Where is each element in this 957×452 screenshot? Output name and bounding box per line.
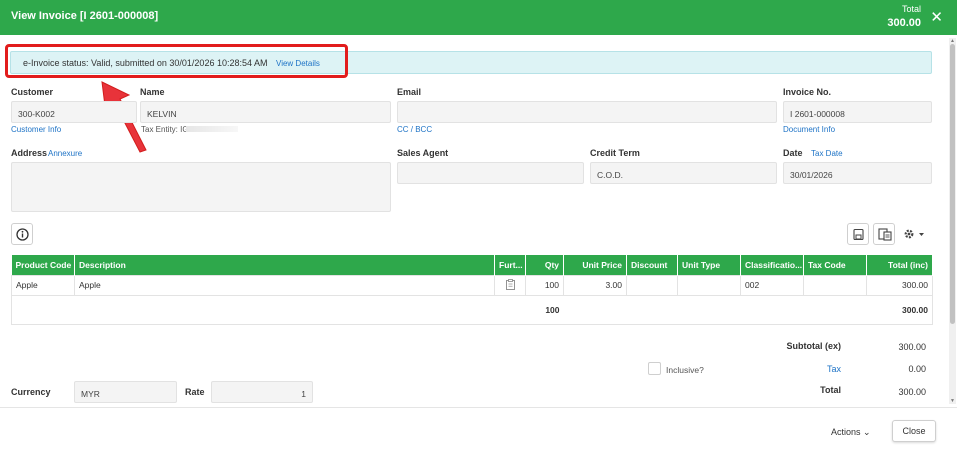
actions-label: Actions <box>831 427 861 437</box>
gear-icon <box>904 229 924 239</box>
currency-field[interactable]: MYR <box>74 381 177 403</box>
table-header-row: Product Code Description Furt... Qty Uni… <box>11 255 933 275</box>
name-field[interactable]: KELVIN <box>140 101 391 123</box>
cell-discount[interactable] <box>626 274 678 296</box>
copy-document-icon <box>878 228 892 241</box>
highlight-arrow-icon <box>101 81 147 153</box>
table-row[interactable]: Apple Apple 100 3.00 002 300.00 <box>11 274 933 296</box>
customer-label: Customer <box>11 87 54 97</box>
email-label: Email <box>397 87 422 97</box>
tax-link[interactable]: Tax <box>800 364 841 374</box>
scrollbar-thumb[interactable] <box>950 44 955 324</box>
cell-product-code[interactable]: Apple <box>11 274 75 296</box>
cell-classification[interactable]: 002 <box>740 274 804 296</box>
col-header-classification[interactable]: Classificatio... <box>740 255 804 275</box>
items-table: Product Code Description Furt... Qty Uni… <box>11 255 933 325</box>
col-header-further[interactable]: Furt... <box>494 255 526 275</box>
scrollbar[interactable]: ▲ ▼ <box>949 38 956 404</box>
save-icon <box>853 228 864 241</box>
sales-agent-label: Sales Agent <box>397 148 449 158</box>
invoice-no-field[interactable]: I 2601-000008 <box>783 101 932 123</box>
cell-description[interactable]: Apple <box>74 274 495 296</box>
dialog-footer <box>0 407 957 452</box>
col-header-discount[interactable]: Discount <box>626 255 678 275</box>
clipboard-icon[interactable] <box>505 278 515 290</box>
info-button[interactable] <box>11 223 33 245</box>
info-icon <box>16 228 29 241</box>
customer-field[interactable]: 300-K002 <box>11 101 137 123</box>
total-amount: 300.00 <box>866 294 933 325</box>
credit-term-field[interactable]: C.O.D. <box>590 162 777 184</box>
document-info-link[interactable]: Document Info <box>783 125 835 134</box>
actions-dropdown[interactable]: Actions ⌄ <box>831 427 871 438</box>
subtotal-label: Subtotal (ex) <box>786 341 841 351</box>
col-header-product-code[interactable]: Product Code <box>11 255 75 275</box>
sales-agent-field[interactable] <box>397 162 584 184</box>
inclusive-checkbox[interactable] <box>648 362 661 375</box>
col-header-unit-price[interactable]: Unit Price <box>563 255 627 275</box>
subtotal-value: 300.00 <box>898 342 926 352</box>
inclusive-label: Inclusive? <box>666 365 704 375</box>
total-qty: 100 <box>525 294 564 325</box>
date-field[interactable]: 30/01/2026 <box>783 162 932 184</box>
customer-info-link[interactable]: Customer Info <box>11 125 61 134</box>
header-total-label: Total <box>901 4 921 14</box>
tax-value: 0.00 <box>908 364 926 374</box>
scroll-down-icon[interactable]: ▼ <box>949 398 956 404</box>
tax-date-link[interactable]: Tax Date <box>811 149 843 158</box>
credit-term-label: Credit Term <box>590 148 640 158</box>
col-header-total-inc[interactable]: Total (inc) <box>866 255 933 275</box>
cell-tax-code[interactable] <box>803 274 867 296</box>
cell-total[interactable]: 300.00 <box>866 274 933 296</box>
col-header-unit-type[interactable]: Unit Type <box>677 255 741 275</box>
rate-label: Rate <box>185 387 205 397</box>
name-label: Name <box>140 87 165 97</box>
cc-bcc-link[interactable]: CC / BCC <box>397 125 432 134</box>
rate-field[interactable]: 1 <box>211 381 313 403</box>
close-button[interactable]: Close <box>892 420 936 442</box>
currency-label: Currency <box>11 387 51 397</box>
copy-document-button[interactable] <box>873 223 895 245</box>
email-field[interactable] <box>397 101 777 123</box>
annexure-link[interactable]: Annexure <box>48 149 82 158</box>
invoice-no-label: Invoice No. <box>783 87 832 97</box>
table-total-row: 100 300.00 <box>11 294 933 325</box>
summary-total-value: 300.00 <box>898 387 926 397</box>
save-button[interactable] <box>847 223 869 245</box>
settings-menu-button[interactable] <box>903 227 929 243</box>
cell-unit-type[interactable] <box>677 274 741 296</box>
cell-further[interactable] <box>494 274 526 296</box>
col-header-qty[interactable]: Qty <box>525 255 564 275</box>
address-field[interactable] <box>11 162 391 212</box>
cell-qty[interactable]: 100 <box>525 274 564 296</box>
cell-unit-price[interactable]: 3.00 <box>563 274 627 296</box>
col-header-description[interactable]: Description <box>74 255 495 275</box>
col-header-tax-code[interactable]: Tax Code <box>803 255 867 275</box>
redacted-tax-entity <box>186 126 238 132</box>
chevron-down-icon: ⌄ <box>863 427 871 437</box>
date-label: Date <box>783 148 803 158</box>
summary-total-label: Total <box>820 385 841 395</box>
address-label: Address <box>11 148 48 158</box>
close-icon[interactable]: ✕ <box>930 8 943 26</box>
header-total-value: 300.00 <box>887 17 921 29</box>
